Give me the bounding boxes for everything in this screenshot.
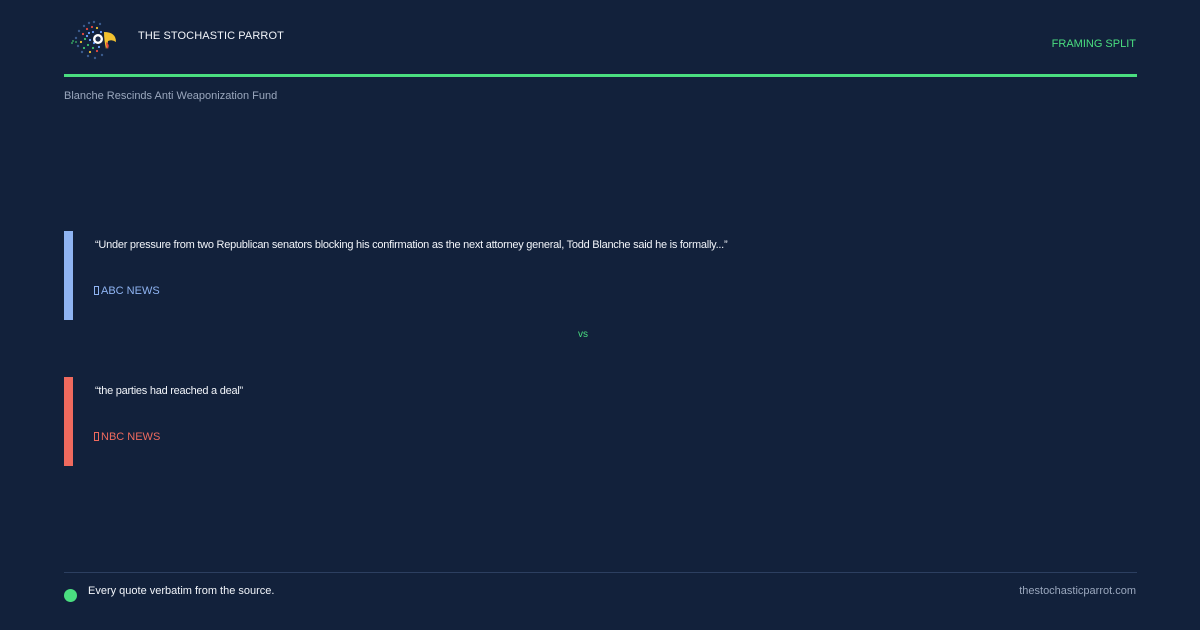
status-dot-icon [64,589,77,602]
site-url: thestochasticparrot.com [1019,585,1136,597]
source-name: ABC NEWS [101,285,160,297]
quote-card-abc: “Under pressure from two Republican sena… [64,231,964,320]
header-divider [64,74,1137,77]
footer-note: Every quote verbatim from the source. [88,585,275,597]
quote-card-nbc: “the parties had reached a deal” NBC NEW… [64,377,964,466]
missing-glyph-icon [94,286,99,295]
framing-split-label: FRAMING SPLIT [1051,38,1136,50]
quote-source: NBC NEWS [94,431,160,443]
versus-label: vs [578,329,588,340]
quote-source: ABC NEWS [94,285,160,297]
parrot-logo-icon [70,18,118,62]
story-headline: Blanche Rescinds Anti Weaponization Fund [64,90,278,102]
source-name: NBC NEWS [101,431,161,443]
brand-name: THE STOCHASTIC PARROT [138,30,284,42]
footer-divider [64,572,1137,573]
missing-glyph-icon [94,432,99,441]
quote-text: “the parties had reached a deal” [95,385,243,397]
quote-accent-bar [64,377,73,466]
quote-accent-bar [64,231,73,320]
quote-text: “Under pressure from two Republican sena… [95,239,728,251]
